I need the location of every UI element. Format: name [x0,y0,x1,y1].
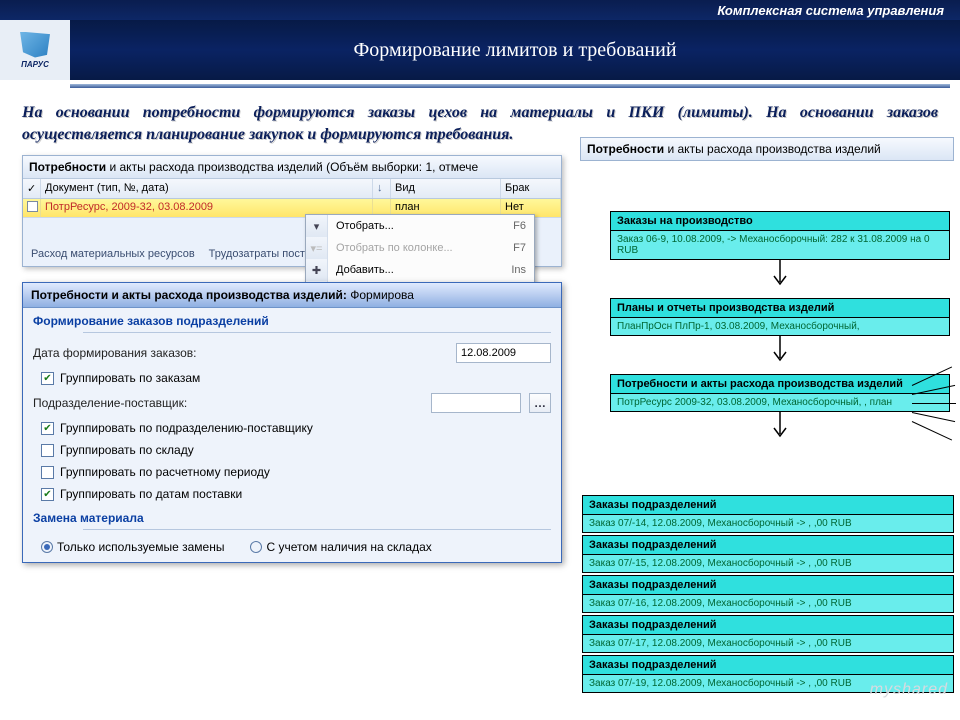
flow-box-orders[interactable]: Заказы на производство Заказ 06-9, 10.08… [610,211,950,260]
watermark-text: myshared [870,681,948,699]
menu-add[interactable]: ✚ Добавить... Ins [306,259,534,281]
flow-box-plans[interactable]: Планы и отчеты производства изделий План… [610,298,950,336]
logo-block: ПАРУС [0,20,70,80]
radio-on-icon [41,541,53,553]
chk-group-store-label: Группировать по складу [60,443,194,457]
radio-only-used[interactable]: Только используемые замены [41,540,224,554]
flow-window-title: Потребности и акты расхода производства … [580,137,954,161]
divider [70,84,950,88]
page-title-bar: ПАРУС Формирование лимитов и требований [0,20,960,80]
grid-col-check[interactable]: ✓ [23,179,41,198]
chk-group-period[interactable] [41,466,54,479]
grid-header: ✓ Документ (тип, №, дата) ↓ Вид Брак [23,179,561,199]
radio-with-stock[interactable]: С учетом наличия на складах [250,540,431,554]
menu-filter[interactable]: ▾ Отобрать... F6 [306,215,534,237]
page-title: Формирование лимитов и требований [70,39,960,62]
funnel-icon: ▾ [306,215,328,237]
flow-box-suborder[interactable]: Заказы подразделенийЗаказ 07/-17, 12.08.… [582,615,954,653]
chk-group-supplier[interactable] [41,422,54,435]
flow-stack: Заказы подразделенийЗаказ 07/-14, 12.08.… [582,493,954,693]
flow-box-suborder[interactable]: Заказы подразделенийЗаказ 07/-16, 12.08.… [582,575,954,613]
chk-group-supplier-label: Группировать по подразделению-поставщику [60,421,313,435]
chk-group-period-label: Группировать по расчетному периоду [60,465,270,479]
tab-resources[interactable]: Расход материальных ресурсов [27,246,199,262]
group-material-title: Замена материала [23,505,561,529]
flow-box-needs[interactable]: Потребности и акты расхода производства … [610,374,950,412]
chk-group-dates[interactable] [41,488,54,501]
system-title-bar: Комплексная система управления [0,0,960,20]
dialog-title: Потребности и акты расхода производства … [23,283,561,308]
formation-dialog: Потребности и акты расхода производства … [22,282,562,563]
arrow-down-icon [610,336,950,366]
chk-group-orders[interactable] [41,372,54,385]
grid-col-defect[interactable]: Брак [501,179,561,198]
chk-group-orders-label: Группировать по заказам [60,371,200,385]
sort-down-icon[interactable]: ↓ [373,179,391,198]
logo-text: ПАРУС [21,60,49,69]
system-title: Комплексная система управления [717,3,944,18]
arrow-down-icon [610,260,950,290]
plus-icon: ✚ [306,259,328,281]
chk-group-dates-label: Группировать по датам поставки [60,487,242,501]
date-input[interactable] [456,343,551,363]
grid-col-document[interactable]: Документ (тип, №, дата) [41,179,373,198]
supplier-label: Подразделение-поставщик: [33,396,423,410]
radio-off-icon [250,541,262,553]
flow-panel: Потребности и акты расхода производства … [580,137,954,697]
supplier-input[interactable] [431,393,521,413]
menu-filter-column: ▾= Отобрать по колонке... F7 [306,237,534,259]
row-checkbox[interactable] [27,201,38,212]
supplier-lookup-button[interactable]: … [529,393,551,413]
funnel-equals-icon: ▾= [306,237,328,259]
parus-logo-icon [20,32,50,58]
arrow-down-icon [610,412,950,442]
group-orders-title: Формирование заказов подразделений [23,308,561,332]
flow-box-suborder[interactable]: Заказы подразделенийЗаказ 07/-14, 12.08.… [582,495,954,533]
grid-window-title: Потребности и акты расхода производства … [23,156,561,179]
grid-col-kind[interactable]: Вид [391,179,501,198]
flow-box-suborder[interactable]: Заказы подразделенийЗаказ 07/-15, 12.08.… [582,535,954,573]
date-label: Дата формирования заказов: [33,346,448,360]
chk-group-store[interactable] [41,444,54,457]
